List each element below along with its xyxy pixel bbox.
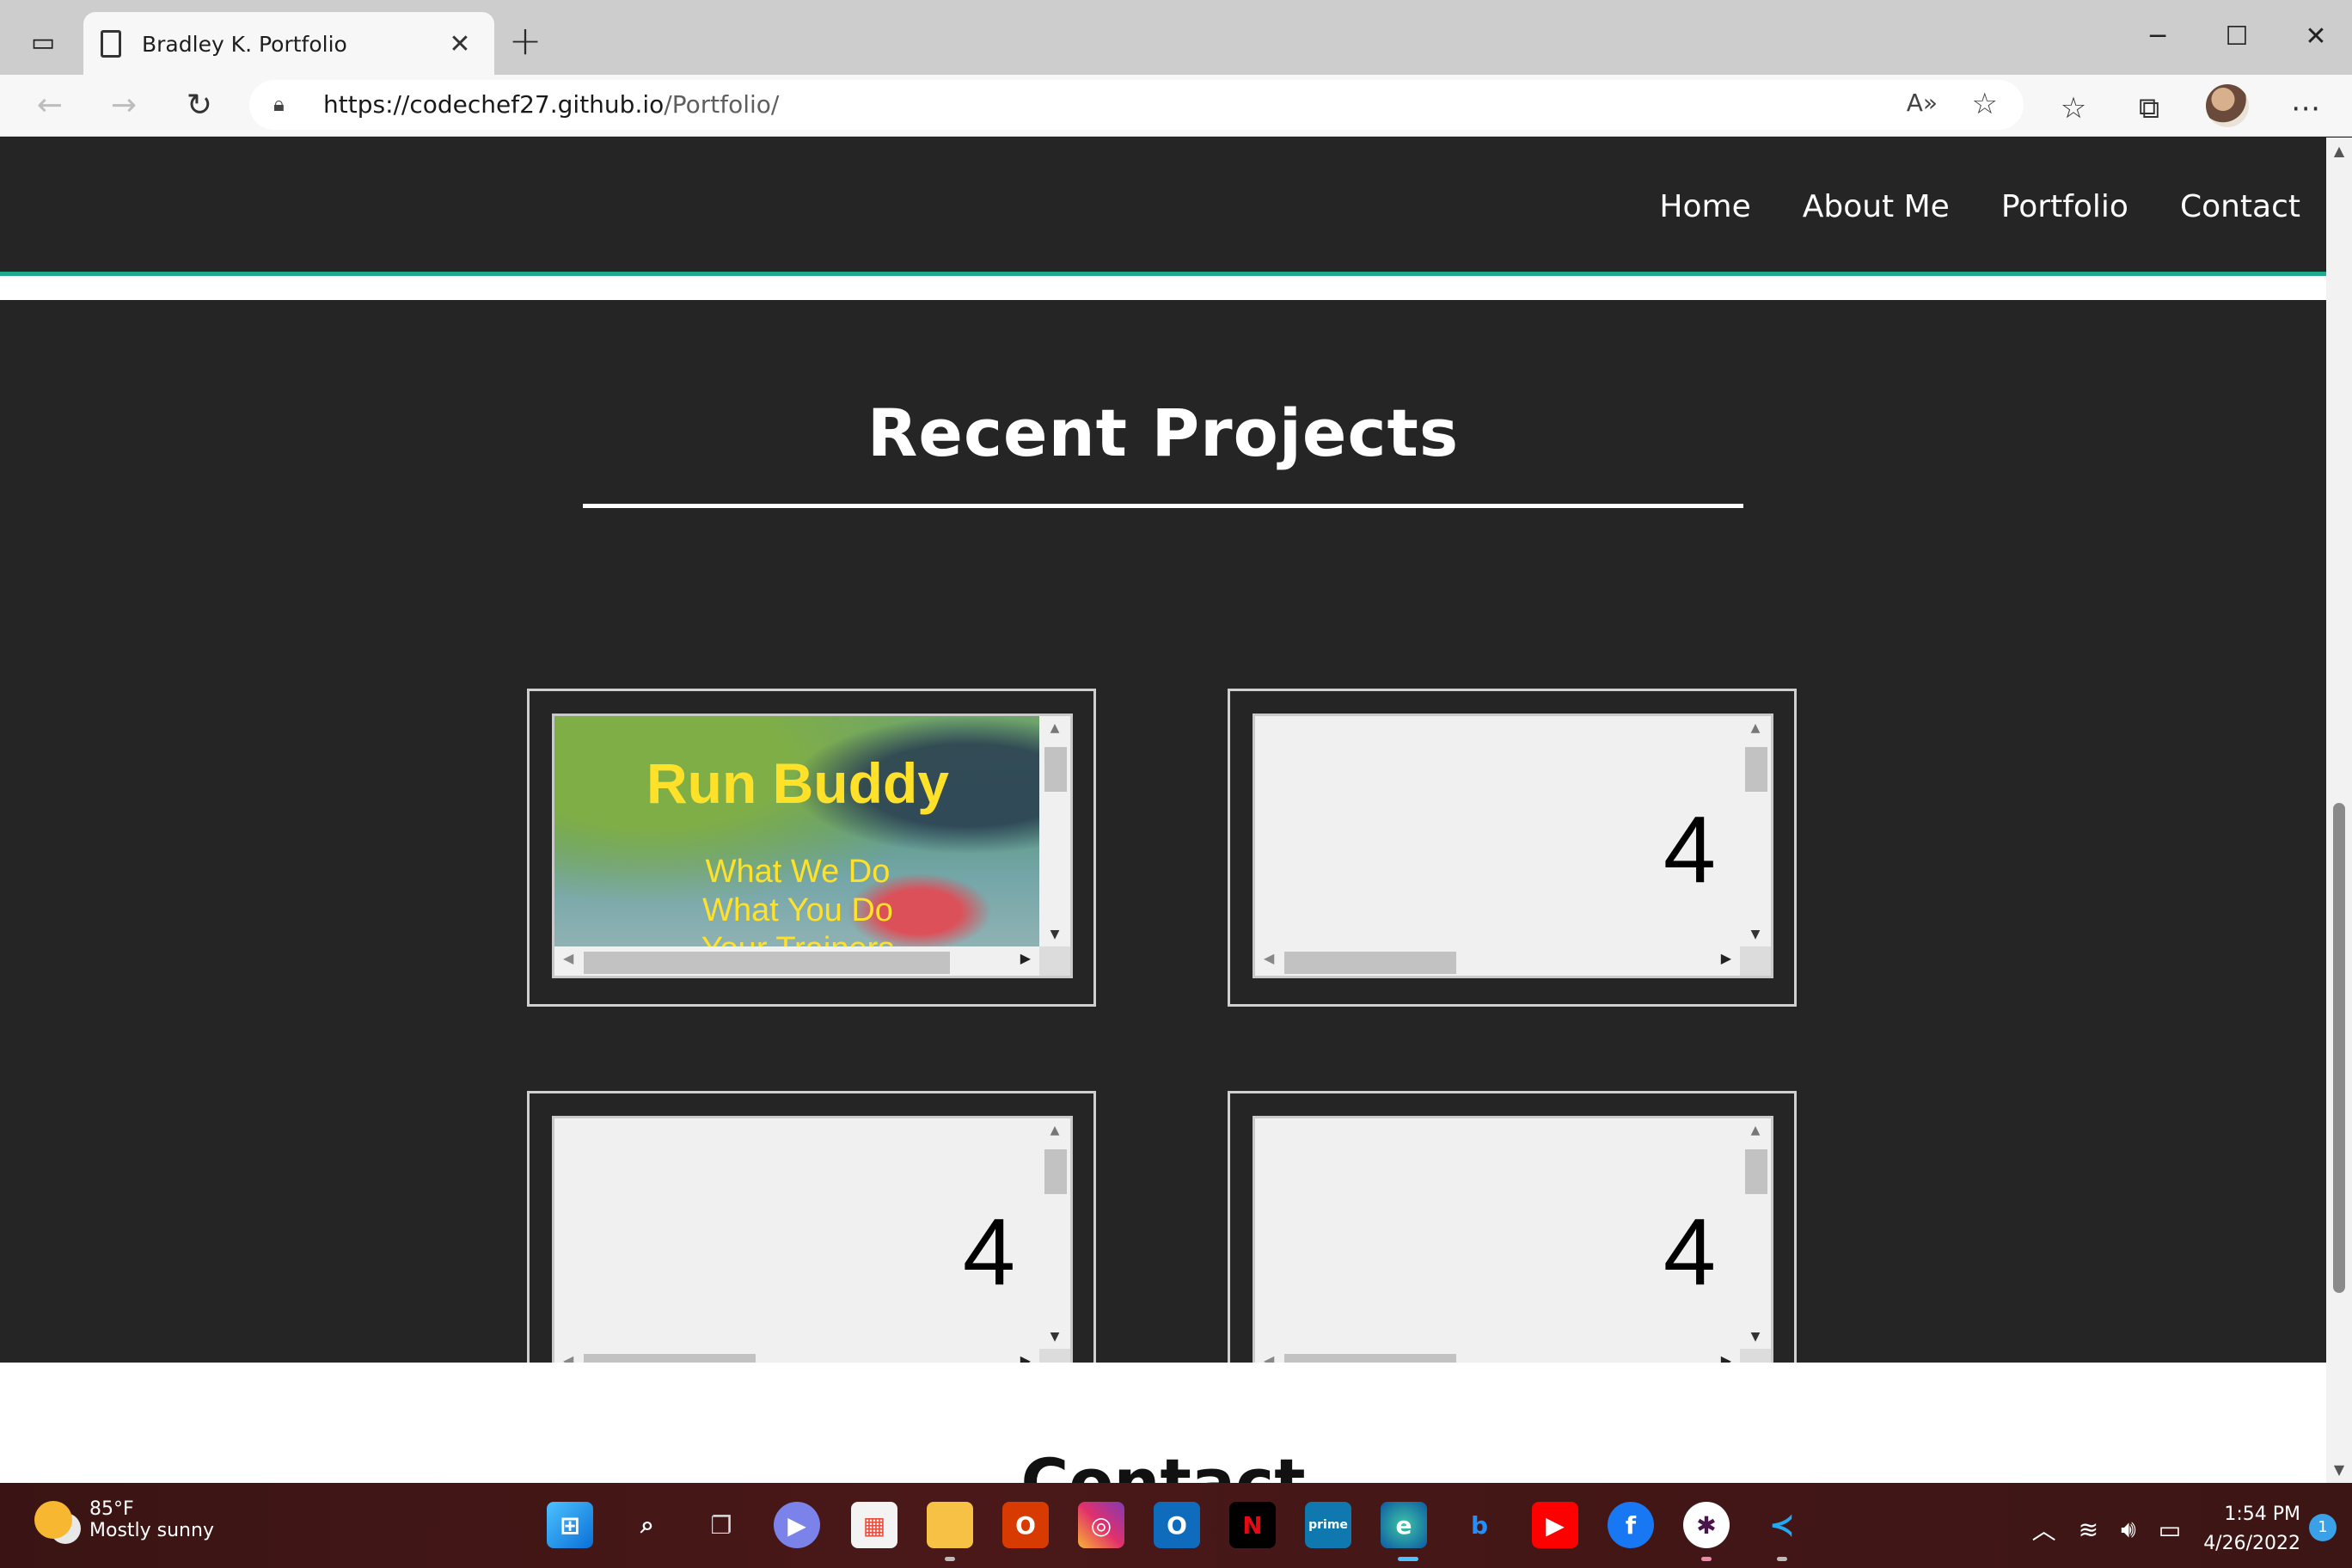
collections-icon[interactable]: ⧉: [2125, 84, 2173, 132]
placeholder-number: 4: [1663, 1199, 1716, 1305]
nav-portfolio[interactable]: Portfolio: [2001, 189, 2128, 224]
file-explorer-icon[interactable]: [927, 1502, 973, 1548]
wifi-icon[interactable]: ≋: [2079, 1516, 2098, 1544]
section-gap: [0, 276, 2326, 300]
task-view-icon[interactable]: ❐: [698, 1502, 744, 1548]
page-icon: [101, 30, 121, 58]
instagram-icon[interactable]: ◎: [1078, 1502, 1124, 1548]
recent-projects-section: Recent Projects Run Buddy What We Do Wha…: [0, 300, 2326, 1409]
notification-badge[interactable]: 1: [2309, 1514, 2337, 1541]
vertical-scrollbar[interactable]: ▲ ▼: [1740, 1118, 1771, 1349]
nav-contact[interactable]: Contact: [2180, 189, 2300, 224]
vertical-scrollbar[interactable]: ▲ ▼: [1039, 1118, 1070, 1349]
more-options-icon[interactable]: ⋯: [2282, 84, 2330, 132]
nav-home[interactable]: Home: [1659, 189, 1750, 224]
weather-widget[interactable]: 85°F Mostly sunny: [34, 1498, 214, 1541]
project-card: 4 ▲ ▼ ◀ ▶: [527, 1091, 1096, 1409]
forward-arrow-icon[interactable]: →: [98, 80, 150, 132]
section-title: Recent Projects: [867, 395, 1460, 471]
site-header: Home About Me Portfolio Contact: [0, 138, 2326, 273]
search-icon[interactable]: ⌕: [624, 1502, 671, 1548]
youtube-icon[interactable]: ▶: [1532, 1502, 1578, 1548]
address-bar[interactable]: 🔒︎ https://codechef27.github.io/Portfoli…: [249, 80, 2024, 130]
teams-chat-icon[interactable]: ▶: [774, 1502, 820, 1548]
prime-video-icon[interactable]: prime: [1305, 1502, 1351, 1548]
placeholder-number: 4: [1663, 797, 1716, 903]
horizontal-scrollbar[interactable]: ◀ ▶: [554, 946, 1041, 976]
system-tray: ︿ ≋ 🔊︎ ▭ 1:54 PM 4/26/2022: [2032, 1500, 2300, 1559]
horizontal-scrollbar[interactable]: ◀ ▶: [1255, 946, 1742, 976]
project-iframe[interactable]: Run Buddy What We Do What You Do Your Tr…: [552, 714, 1073, 978]
weather-condition: Mostly sunny: [89, 1520, 214, 1541]
maximize-button[interactable]: ☐: [2211, 15, 2263, 58]
project-card: 4 ▲ ▼ ◀ ▶: [1228, 689, 1797, 1007]
project-iframe[interactable]: 4 ▲ ▼ ◀ ▶: [1253, 714, 1773, 978]
tab-title: Bradley K. Portfolio: [142, 31, 347, 57]
add-favorite-icon[interactable]: ☆: [1972, 87, 1998, 121]
project-iframe[interactable]: 4 ▲ ▼ ◀ ▶: [1253, 1116, 1773, 1381]
facebook-icon[interactable]: f: [1608, 1502, 1654, 1548]
address-toolbar: ← → ↻ 🔒︎ https://codechef27.github.io/Po…: [0, 75, 2352, 137]
favorites-icon[interactable]: ☆: [2049, 84, 2098, 132]
project-card-run-buddy: Run Buddy What We Do What You Do Your Tr…: [527, 689, 1096, 1007]
taskbar: 85°F Mostly sunny ⊞ ⌕ ❐ ▶ ▦ O ◎ O N prim…: [0, 1483, 2352, 1568]
new-tab-button[interactable]: +: [505, 19, 545, 62]
minimize-button[interactable]: ─: [2132, 15, 2184, 58]
back-arrow-icon[interactable]: ←: [24, 80, 76, 132]
run-buddy-title: Run Buddy: [646, 751, 949, 815]
edge-icon[interactable]: e: [1381, 1502, 1427, 1548]
vertical-scrollbar[interactable]: ▲ ▼: [1039, 716, 1070, 946]
tab-strip: ▭ Bradley K. Portfolio ✕ + ─ ☐ ✕: [0, 0, 2352, 76]
site-nav: Home About Me Portfolio Contact: [1659, 189, 2300, 224]
url-text[interactable]: https://codechef27.github.io/Portfolio/: [323, 90, 779, 119]
lock-icon[interactable]: 🔒︎: [273, 92, 296, 118]
scrollbar-thumb[interactable]: [2333, 803, 2345, 1293]
vertical-scrollbar[interactable]: ▲ ▼: [1740, 716, 1771, 946]
outlook-icon[interactable]: O: [1154, 1502, 1200, 1548]
close-window-button[interactable]: ✕: [2290, 15, 2342, 58]
project-iframe[interactable]: 4 ▲ ▼ ◀ ▶: [552, 1116, 1073, 1381]
run-buddy-link[interactable]: What We Do: [554, 854, 1041, 891]
microsoft-store-icon[interactable]: ▦: [851, 1502, 897, 1548]
run-buddy-preview: Run Buddy What We Do What You Do Your Tr…: [554, 716, 1041, 946]
bing-icon[interactable]: b: [1456, 1502, 1503, 1548]
run-buddy-link[interactable]: What You Do: [554, 892, 1041, 929]
clock-time: 1:54 PM: [2224, 1504, 2300, 1525]
project-card: 4 ▲ ▼ ◀ ▶: [1228, 1091, 1797, 1409]
weather-temp: 85°F: [89, 1498, 134, 1520]
clock-date: 4/26/2022: [2203, 1533, 2300, 1554]
run-buddy-link[interactable]: Your Trainers: [554, 931, 1041, 946]
tab-close-button[interactable]: ✕: [443, 29, 477, 59]
refresh-icon[interactable]: ↻: [174, 80, 225, 132]
vscode-icon[interactable]: ≺: [1759, 1502, 1805, 1548]
contact-heading: Contact: [1020, 1444, 1306, 1483]
profile-avatar[interactable]: [2206, 84, 2249, 127]
page-viewport: Home About Me Portfolio Contact Recent P…: [0, 138, 2326, 1483]
active-tab[interactable]: Bradley K. Portfolio ✕: [83, 12, 494, 76]
title-underline: [583, 504, 1743, 508]
placeholder-number: 4: [962, 1199, 1015, 1305]
nav-about-me[interactable]: About Me: [1803, 189, 1950, 224]
start-icon[interactable]: ⊞: [547, 1502, 593, 1548]
read-aloud-icon[interactable]: A»: [1907, 89, 1938, 117]
slack-icon[interactable]: ✱: [1683, 1502, 1730, 1548]
tab-actions-icon[interactable]: ▭: [17, 22, 69, 62]
volume-icon[interactable]: 🔊︎: [2121, 1515, 2136, 1544]
battery-icon[interactable]: ▭: [2159, 1516, 2181, 1544]
office-icon[interactable]: O: [1002, 1502, 1049, 1548]
clock[interactable]: 1:54 PM 4/26/2022: [2203, 1500, 2300, 1559]
chevron-up-icon[interactable]: ︿: [2032, 1512, 2056, 1547]
weather-sun-icon: [34, 1501, 72, 1539]
netflix-icon[interactable]: N: [1229, 1502, 1276, 1548]
page-scrollbar[interactable]: ▲ ▼: [2326, 138, 2352, 1483]
